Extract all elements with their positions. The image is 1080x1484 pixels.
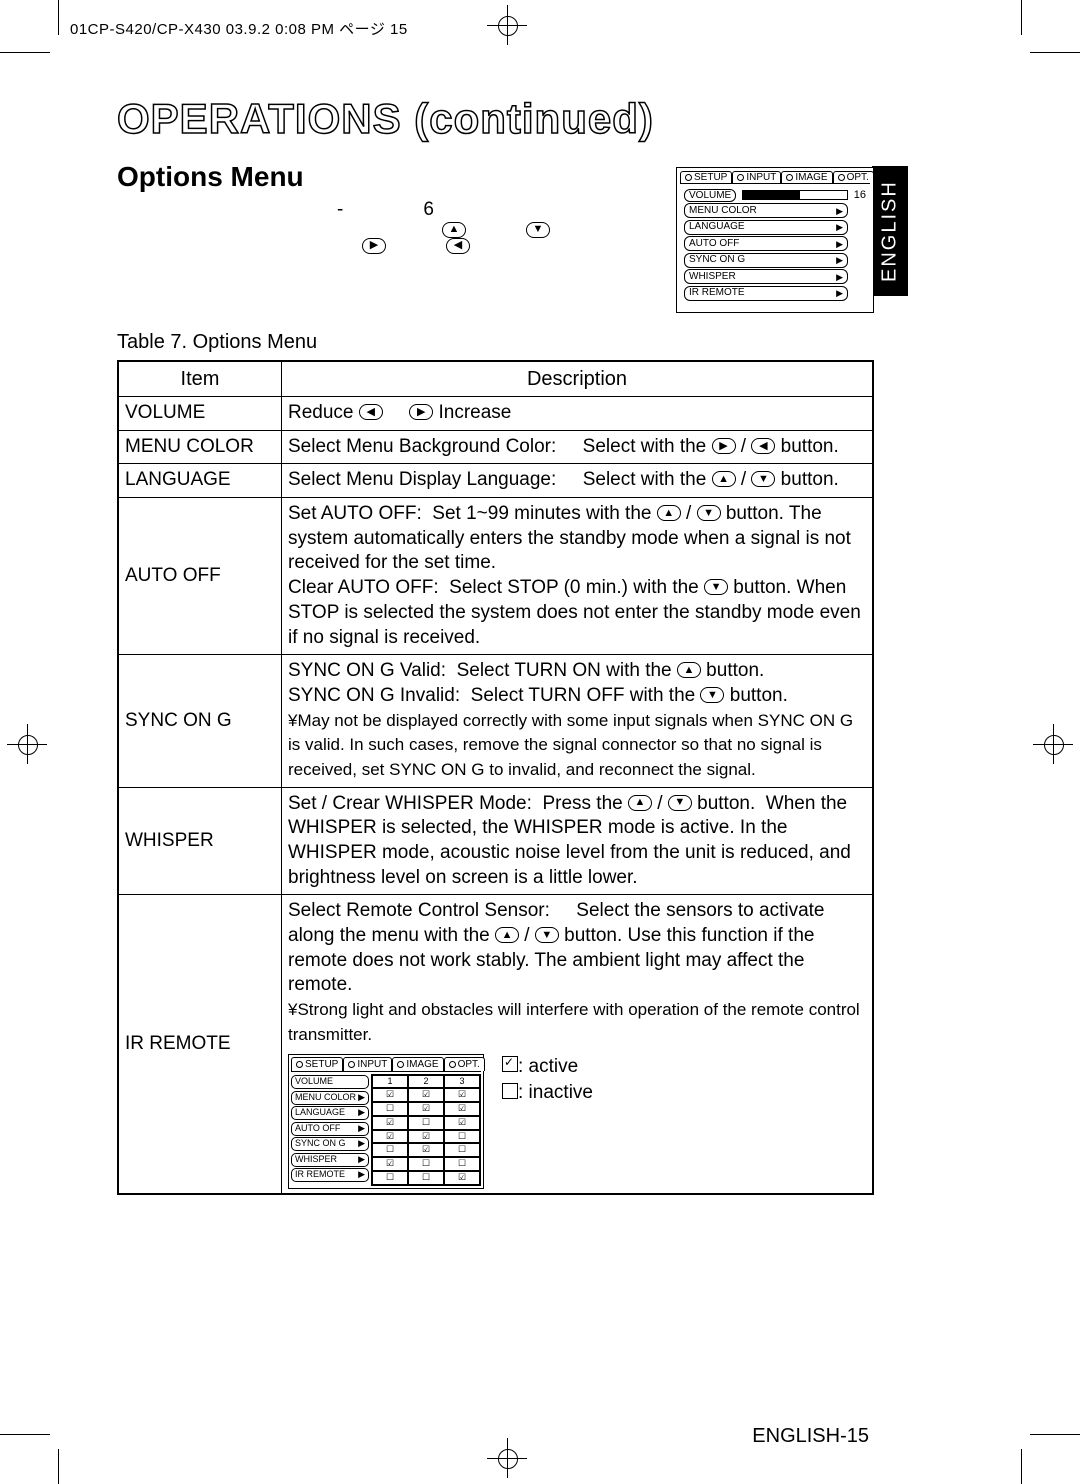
osd-tab-opt: OPT. [833, 171, 874, 183]
intro-dash: - [337, 197, 343, 223]
page-number: ENGLISH-15 [112, 1425, 869, 1448]
row-volume-desc: Reduce ◀ ▶ Increase [282, 397, 874, 431]
down-icon: ▼ [751, 471, 775, 487]
row-language-desc: Select Menu Display Language: Select wit… [282, 464, 874, 498]
right-icon: ▶ [712, 438, 736, 454]
down-icon: ▼ [526, 222, 550, 238]
up-icon: ▲ [712, 471, 736, 487]
row-autooff-item: AUTO OFF [118, 498, 282, 655]
checkbox-empty-icon [502, 1083, 518, 1099]
prepress-header: 01CP-S420/CP-X430 03.9.2 0:08 PM ページ 15 [70, 18, 408, 39]
down-icon: ▼ [535, 927, 559, 943]
osd-item-syncong: SYNC ON G▶ [684, 253, 848, 268]
row-whisper-item: WHISPER [118, 787, 282, 895]
row-sync-desc: SYNC ON G Valid: Select TURN ON with the… [282, 655, 874, 787]
osd-item-menucolor: MENU COLOR▶ [684, 203, 848, 218]
left-icon: ◀ [751, 438, 775, 454]
left-icon: ◀ [359, 404, 383, 420]
row-sync-item: SYNC ON G [118, 655, 282, 787]
section-heading: Options Menu [117, 161, 656, 193]
up-icon: ▲ [657, 505, 681, 521]
up-icon: ▲ [677, 662, 701, 678]
row-volume-item: VOLUME [118, 397, 282, 431]
osd-item-irremote: IR REMOTE▶ [684, 286, 848, 301]
left-icon: ◀ [446, 238, 470, 254]
osd-volume-value: 16 [854, 189, 866, 201]
page-body: OPERATIONS (continued) Options Menu - 6 … [117, 95, 874, 1448]
up-icon: ▲ [442, 222, 466, 238]
ir-sensor-grid: 123 ☑☑☑ ☐☑☑ ☑☐☑ ☑☑☐ ☐☑☐ ☑☐☐ ☐☐☑ [371, 1074, 481, 1186]
checkbox-checked-icon [502, 1056, 518, 1072]
table-caption: Table 7. Options Menu [117, 331, 874, 354]
osd-tab-image: IMAGE [781, 171, 832, 183]
row-menucolor-desc: Select Menu Background Color: Select wit… [282, 430, 874, 464]
row-language-item: LANGUAGE [118, 464, 282, 498]
ir-legend: : active : inactive [502, 1054, 593, 1107]
row-menucolor-item: MENU COLOR [118, 430, 282, 464]
osd-volume-label: VOLUME [684, 189, 736, 202]
intro-block: - 6 ▲ ▼ ▶ ◀ [117, 197, 656, 255]
row-ir-desc: Select Remote Control Sensor: Select the… [282, 895, 874, 1194]
row-autooff-desc: Set AUTO OFF: Set 1~99 minutes with the … [282, 498, 874, 655]
right-icon: ▶ [409, 404, 433, 420]
language-side-tab: ENGLISH [872, 166, 908, 296]
ir-osd-preview: SETUP INPUT IMAGE OPT. VOLUME MENU COLOR… [288, 1054, 484, 1189]
osd-tab-setup: SETUP [680, 171, 732, 183]
osd-tab-input: INPUT [732, 171, 781, 183]
down-icon: ▼ [697, 505, 721, 521]
up-icon: ▲ [495, 927, 519, 943]
right-icon: ▶ [362, 238, 386, 254]
main-heading: OPERATIONS (continued) [117, 95, 874, 143]
down-icon: ▼ [704, 579, 728, 595]
osd-volume-bar [742, 190, 848, 200]
down-icon: ▼ [700, 687, 724, 703]
row-whisper-desc: Set / Crear WHISPER Mode: Press the ▲ / … [282, 787, 874, 895]
row-ir-item: IR REMOTE [118, 895, 282, 1194]
up-icon: ▲ [628, 795, 652, 811]
down-icon: ▼ [668, 795, 692, 811]
options-table: Item Description VOLUME Reduce ◀ ▶ Incre… [117, 360, 874, 1195]
osd-preview: SETUP INPUT IMAGE OPT. VOLUME 16 MENU CO… [676, 167, 874, 313]
th-description: Description [282, 361, 874, 397]
osd-item-whisper: WHISPER▶ [684, 269, 848, 284]
intro-six: 6 [423, 197, 434, 223]
osd-item-autooff: AUTO OFF▶ [684, 236, 848, 251]
osd-item-language: LANGUAGE▶ [684, 220, 848, 235]
th-item: Item [118, 361, 282, 397]
